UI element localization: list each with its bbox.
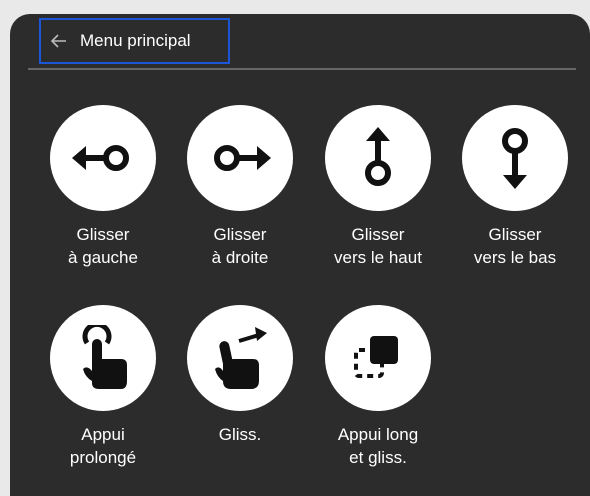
gesture-label: Glisser à droite — [211, 225, 269, 267]
arrow-left-icon — [51, 34, 66, 48]
header-divider — [28, 68, 576, 70]
gesture-label: Appui long et gliss. — [337, 425, 419, 467]
gesture-swipe-right-button[interactable]: Glisser à droite — [175, 105, 305, 269]
gesture-label: Glisser à gauche — [68, 225, 138, 267]
gesture-long-press-button[interactable]: Appui prolongé — [38, 305, 168, 469]
gesture-swipe-down-button[interactable]: Glisser vers le bas — [450, 105, 580, 269]
drag-icon — [187, 305, 293, 411]
swipe-left-icon — [50, 105, 156, 211]
gesture-label: Glisser vers le haut — [334, 225, 422, 267]
swipe-down-icon — [462, 105, 568, 211]
gesture-swipe-left-button[interactable]: Glisser à gauche — [38, 105, 168, 269]
long-press-drag-icon — [325, 305, 431, 411]
gesture-drag-button[interactable]: Gliss. — [175, 305, 305, 446]
long-press-icon — [50, 305, 156, 411]
swipe-right-icon — [187, 105, 293, 211]
gesture-label: Glisser vers le bas — [473, 225, 557, 267]
gesture-swipe-up-button[interactable]: Glisser vers le haut — [313, 105, 443, 269]
gesture-label: Gliss. — [218, 425, 262, 444]
gesture-label: Appui prolongé — [69, 425, 137, 467]
back-to-main-menu-button[interactable]: Menu principal — [39, 18, 230, 64]
back-button-label: Menu principal — [80, 31, 191, 50]
gesture-menu-panel: Menu principal Glisser à gauche Glisser … — [10, 14, 590, 496]
swipe-up-icon — [325, 105, 431, 211]
gesture-long-press-drag-button[interactable]: Appui long et gliss. — [313, 305, 443, 469]
